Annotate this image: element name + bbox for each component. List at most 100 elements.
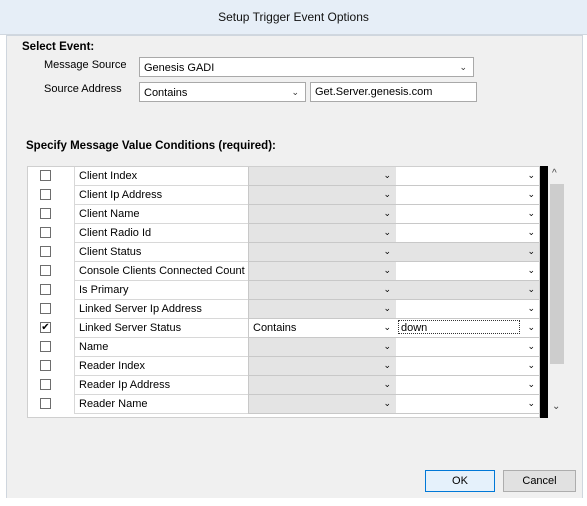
condition-name: Client Ip Address — [79, 189, 163, 201]
table-row: Client Index ⌄ ⌄ — [28, 167, 539, 186]
value-dropdown[interactable]: ⌄ — [396, 243, 539, 262]
operator-value: Contains — [253, 322, 297, 334]
row-checkbox[interactable] — [40, 208, 51, 219]
operator-dropdown[interactable]: ⌄ — [248, 300, 398, 319]
chevron-down-icon: ⌄ — [383, 303, 391, 313]
chevron-down-icon: ⌄ — [383, 341, 391, 351]
chevron-down-icon: ⌄ — [527, 265, 535, 275]
row-checkbox[interactable] — [40, 379, 51, 390]
operator-dropdown[interactable]: ⌄ — [248, 376, 398, 395]
condition-name: Reader Index — [79, 360, 146, 372]
source-address-input[interactable]: Get.Server.genesis.com — [310, 82, 477, 102]
chevron-down-icon: ⌄ — [527, 398, 535, 408]
value-dropdown[interactable]: ⌄ — [396, 281, 539, 300]
scrollbar-thumb[interactable] — [550, 184, 564, 364]
row-checkbox[interactable] — [40, 170, 51, 181]
value-dropdown[interactable]: ⌄ — [396, 224, 539, 243]
chevron-down-icon: ⌄ — [459, 62, 467, 72]
operator-dropdown[interactable]: ⌄ — [248, 262, 398, 281]
row-checkbox[interactable] — [40, 189, 51, 200]
operator-dropdown[interactable]: ⌄ — [248, 395, 398, 414]
chevron-down-icon: ⌄ — [383, 360, 391, 370]
condition-name: Linked Server Status — [79, 322, 182, 334]
row-checkbox[interactable] — [40, 303, 51, 314]
condition-name: Name — [79, 341, 109, 353]
condition-name: Reader Ip Address — [79, 379, 171, 391]
grid-scrollbar[interactable]: ^ ⌄ — [548, 166, 568, 418]
message-source-value: Genesis GADI — [144, 62, 215, 74]
condition-name: Client Index — [79, 170, 138, 182]
condition-name: Client Name — [79, 208, 140, 220]
source-address-operator-dropdown[interactable]: Contains ⌄ — [139, 82, 306, 102]
chevron-down-icon: ⌄ — [527, 360, 535, 370]
operator-dropdown[interactable]: ⌄ — [248, 357, 398, 376]
chevron-down-icon: ⌄ — [383, 227, 391, 237]
operator-dropdown[interactable]: ⌄ — [248, 186, 398, 205]
value-dropdown[interactable]: ⌄ — [396, 357, 539, 376]
table-row: Reader Index ⌄ ⌄ — [28, 357, 539, 376]
operator-dropdown[interactable]: ⌄ — [248, 224, 398, 243]
chevron-down-icon: ⌄ — [383, 398, 391, 408]
value-dropdown[interactable]: ⌄ — [396, 186, 539, 205]
table-row: Is Primary ⌄ ⌄ — [28, 281, 539, 300]
table-row: Client Name ⌄ ⌄ — [28, 205, 539, 224]
table-row: Reader Ip Address ⌄ ⌄ — [28, 376, 539, 395]
operator-dropdown[interactable]: Contains ⌄ — [248, 319, 398, 338]
table-row: Client Ip Address ⌄ ⌄ — [28, 186, 539, 205]
value-dropdown[interactable]: ⌄ — [396, 167, 539, 186]
chevron-down-icon: ⌄ — [527, 379, 535, 389]
row-checkbox[interactable]: ✔ — [40, 322, 51, 333]
chevron-down-icon: ⌄ — [527, 208, 535, 218]
value-dropdown[interactable]: down ⌄ — [396, 319, 539, 338]
table-row: Client Status ⌄ ⌄ — [28, 243, 539, 262]
condition-name: Console Clients Connected Count — [79, 265, 245, 277]
row-checkbox[interactable] — [40, 246, 51, 257]
value-dropdown[interactable]: ⌄ — [396, 300, 539, 319]
value-dropdown[interactable]: ⌄ — [396, 262, 539, 281]
row-checkbox[interactable] — [40, 265, 51, 276]
value-dropdown[interactable]: ⌄ — [396, 338, 539, 357]
table-row: Client Radio Id ⌄ ⌄ — [28, 224, 539, 243]
chevron-down-icon: ⌄ — [527, 284, 535, 294]
operator-dropdown[interactable]: ⌄ — [248, 338, 398, 357]
conditions-grid: Client Index ⌄ ⌄ Client Ip Address ⌄ ⌄ C… — [27, 166, 540, 418]
chevron-down-icon: ⌄ — [383, 246, 391, 256]
window-title: Setup Trigger Event Options — [218, 10, 369, 24]
cancel-button[interactable]: Cancel — [503, 470, 576, 492]
row-checkbox[interactable] — [40, 398, 51, 409]
value-dropdown[interactable]: ⌄ — [396, 376, 539, 395]
chevron-down-icon: ⌄ — [527, 322, 535, 332]
condition-value: down — [401, 322, 428, 334]
table-row: ✔ Linked Server Status Contains ⌄ down ⌄ — [28, 319, 539, 338]
chevron-down-icon: ⌄ — [527, 170, 535, 180]
row-checkbox[interactable] — [40, 227, 51, 238]
row-checkbox[interactable] — [40, 341, 51, 352]
operator-dropdown[interactable]: ⌄ — [248, 205, 398, 224]
table-row: Linked Server Ip Address ⌄ ⌄ — [28, 300, 539, 319]
value-dropdown[interactable]: ⌄ — [396, 205, 539, 224]
chevron-down-icon: ⌄ — [527, 189, 535, 199]
table-row: Name ⌄ ⌄ — [28, 338, 539, 357]
row-checkbox[interactable] — [40, 284, 51, 295]
message-source-dropdown[interactable]: Genesis GADI ⌄ — [139, 57, 474, 77]
source-address-operator-value: Contains — [144, 87, 188, 99]
chevron-down-icon: ⌄ — [383, 189, 391, 199]
window-bottom-edge — [0, 498, 587, 506]
condition-name: Is Primary — [79, 284, 129, 296]
scroll-up-icon[interactable]: ^ — [552, 168, 557, 179]
operator-dropdown[interactable]: ⌄ — [248, 243, 398, 262]
table-row: Console Clients Connected Count ⌄ ⌄ — [28, 262, 539, 281]
ok-button[interactable]: OK — [425, 470, 495, 492]
chevron-down-icon: ⌄ — [383, 208, 391, 218]
value-dropdown[interactable]: ⌄ — [396, 395, 539, 414]
select-event-heading: Select Event: — [22, 41, 95, 53]
chevron-down-icon: ⌄ — [383, 265, 391, 275]
source-address-label: Source Address — [44, 83, 122, 95]
row-checkbox[interactable] — [40, 360, 51, 371]
operator-dropdown[interactable]: ⌄ — [248, 167, 398, 186]
table-row: Reader Name ⌄ ⌄ — [28, 395, 539, 414]
chevron-down-icon: ⌄ — [383, 322, 391, 332]
chevron-down-icon: ⌄ — [527, 303, 535, 313]
operator-dropdown[interactable]: ⌄ — [248, 281, 398, 300]
scroll-down-icon[interactable]: ⌄ — [552, 401, 560, 412]
